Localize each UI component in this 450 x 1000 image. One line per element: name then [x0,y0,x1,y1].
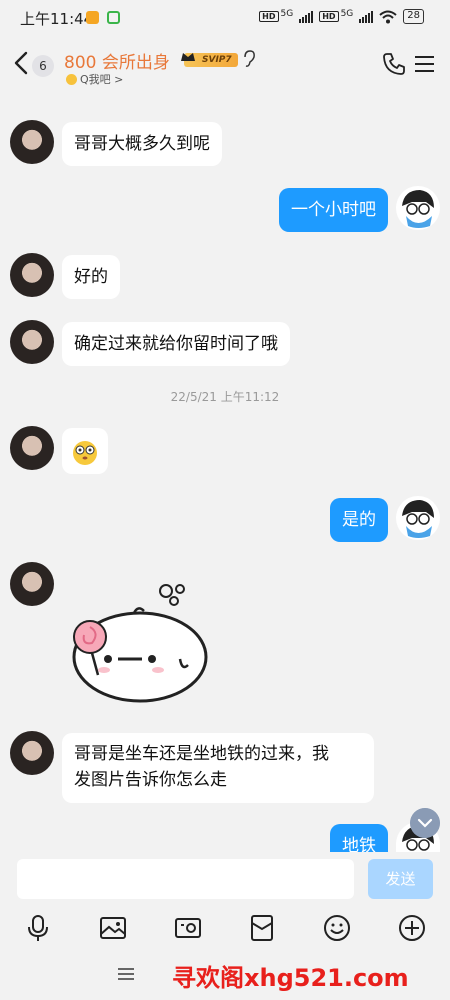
send-button[interactable]: 发送 [368,859,433,899]
message-line: 哥哥是坐车还是坐地铁的过来，我 [74,744,329,764]
message-bubble-outgoing[interactable]: 一个小时吧 [279,188,388,232]
image-icon[interactable] [99,914,127,942]
contact-avatar[interactable] [10,253,54,297]
my-avatar-art [402,190,434,228]
message-input[interactable] [17,859,354,899]
notification-message-icon [107,11,120,24]
input-toolbar [0,904,450,952]
smile-icon [66,73,77,85]
battery-icon: 28 [403,9,424,24]
confused-emoji-icon [73,441,97,465]
microphone-icon[interactable] [24,914,52,942]
red-packet-icon[interactable] [248,914,276,942]
ear-icon [244,50,255,67]
my-avatar[interactable] [396,496,440,540]
watermark-text: 寻欢阁xhg521.com [172,964,409,992]
signal-icon [299,10,314,23]
status-subtitle[interactable]: Q我吧 > [66,71,123,87]
network-type-2: 5G [340,8,354,19]
scroll-down-icon[interactable] [410,808,440,838]
contact-avatar[interactable] [10,426,54,470]
contact-avatar[interactable] [10,120,54,164]
status-right: HD 5G HD 5G 28 [259,9,424,24]
message-bubble-incoming[interactable]: 哥哥大概多久到呢 [62,122,222,166]
input-bar: 发送 [0,852,450,904]
my-avatar-art [402,500,434,538]
chat-title[interactable]: 800 会所出身 [64,48,170,73]
message-bubble-incoming[interactable]: 好的 [62,255,120,299]
nav-menu-icon[interactable] [118,966,134,982]
message-bubble-outgoing[interactable]: 是的 [330,498,388,542]
system-nav-bar: 寻欢阁xhg521.com [0,952,450,1000]
unread-count-badge[interactable]: 6 [32,55,54,77]
message-line: 发图片告诉你怎么走 [74,770,227,790]
chat-header: 6 800 会所出身 SVIP7 Q我吧 > [0,36,450,94]
notification-app-icon [86,11,99,24]
lollipop-sticker[interactable] [62,575,212,710]
message-bubble-incoming[interactable]: 哥哥是坐车还是坐地铁的过来，我 发图片告诉你怎么走 [62,733,374,803]
hd-badge: HD [259,11,279,22]
plus-icon[interactable] [398,914,426,942]
subtitle-text: Q我吧 > [80,73,124,86]
phone-icon[interactable] [382,52,406,76]
wifi-icon [379,10,397,23]
vip-crown-icon [181,53,195,61]
signal-icon-2 [359,10,374,23]
camera-icon[interactable] [174,914,202,942]
contact-avatar[interactable] [10,731,54,775]
emoji-icon[interactable] [323,914,351,942]
emoji-message[interactable] [62,428,108,474]
message-bubble-outgoing[interactable]: 地铁 [330,824,388,852]
contact-avatar[interactable] [10,562,54,606]
contact-avatar[interactable] [10,320,54,364]
message-bubble-incoming[interactable]: 确定过来就给你留时间了哦 [62,322,290,366]
my-avatar[interactable] [396,186,440,230]
hd-badge-2: HD [319,11,339,22]
menu-icon[interactable] [415,55,434,73]
status-time: 上午11:44 [20,10,94,28]
back-icon[interactable] [12,50,30,76]
message-timestamp: 22/5/21 上午11:12 [170,390,280,404]
network-type: 5G [280,8,294,19]
status-bar: 上午11:44 HD 5G HD 5G 28 [0,0,450,36]
